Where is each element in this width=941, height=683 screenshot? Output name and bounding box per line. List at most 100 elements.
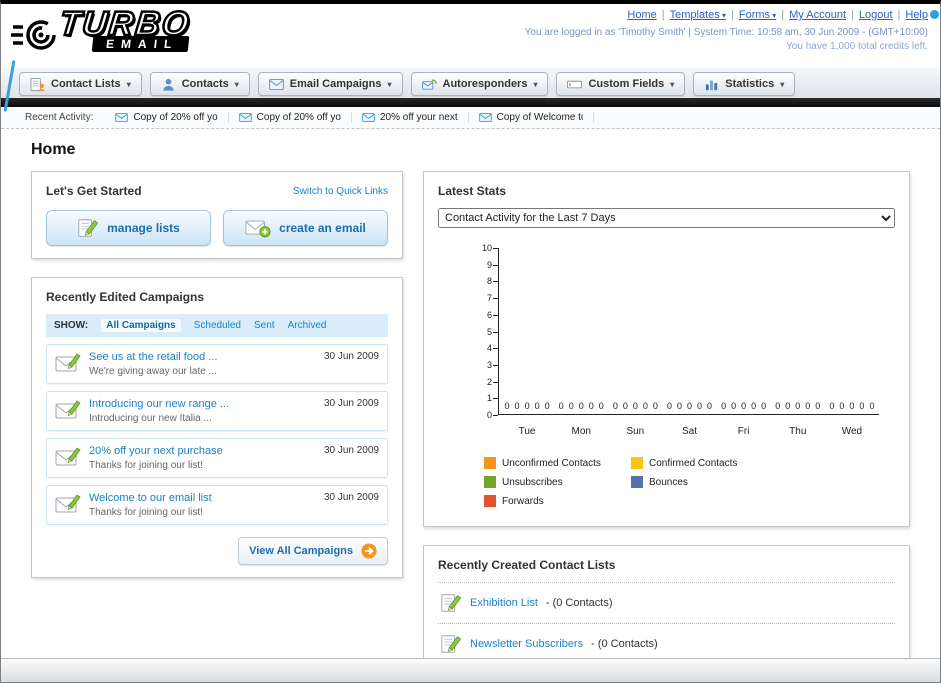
envelope-plus-icon xyxy=(245,219,271,238)
campaign-row[interactable]: 20% off your next purchase Thanks for joi… xyxy=(46,438,388,478)
x-axis-label: Fri xyxy=(737,426,750,437)
campaign-title-link[interactable]: 20% off your next purchase xyxy=(89,445,316,457)
tab-label: Email Campaigns xyxy=(289,78,382,90)
value-label: 0 xyxy=(859,401,865,411)
contact-lists: Exhibition List - (0 Contacts) Newsletter … xyxy=(438,582,895,658)
top-link-help[interactable]: Help xyxy=(905,9,928,21)
y-axis-label: 3 xyxy=(486,359,492,370)
recent-contact-lists-panel: Recently Created Contact Lists Exhibitio… xyxy=(423,545,910,658)
decoration-blue-dot xyxy=(930,10,939,19)
campaign-row[interactable]: Welcome to our email list Thanks for join… xyxy=(46,485,388,525)
value-label: 0 xyxy=(598,401,604,411)
stats-range-select[interactable]: Contact Activity for the Last 7 Days xyxy=(438,208,895,228)
tab-autoresponders[interactable]: Autoresponders ▾ xyxy=(410,72,549,96)
y-axis-label: 10 xyxy=(481,243,492,253)
divider-bar xyxy=(1,98,940,107)
recent-activity-item-label: 20% off your next xyxy=(379,112,458,123)
x-axis-label: Wed xyxy=(841,426,863,437)
campaign-row[interactable]: Introducing our new range ... Introducing… xyxy=(46,391,388,431)
y-axis-tick xyxy=(493,415,498,416)
contact-list-edit-icon xyxy=(440,633,462,655)
campaign-edit-icon xyxy=(55,398,81,420)
contact-list-row[interactable]: Newsletter Subscribers - (0 Contacts) xyxy=(438,624,895,658)
recent-activity-item[interactable]: Copy of 20% off yo xyxy=(229,112,352,123)
tab-contact-lists[interactable]: Contact Lists ▾ xyxy=(19,72,142,96)
caret-down-icon: ▾ xyxy=(719,11,726,20)
campaign-row[interactable]: See us at the retail food ... We're givin… xyxy=(46,344,388,384)
recent-activity-bar: Recent Activity: Copy of 20% off yo Copy … xyxy=(1,107,940,129)
filter-sent[interactable]: Sent xyxy=(254,320,275,331)
value-label: 0 xyxy=(805,401,811,411)
caret-down-icon: ▾ xyxy=(387,79,392,89)
recent-activity-item[interactable]: 20% off your next xyxy=(352,112,469,123)
filter-all-campaigns[interactable]: All Campaigns xyxy=(101,319,181,332)
latest-stats-panel: Latest Stats Contact Activity for the La… xyxy=(423,171,910,527)
tab-contacts[interactable]: Contacts ▾ xyxy=(149,72,250,96)
button-label: manage lists xyxy=(107,221,180,235)
credits-status: You have 1,000 total credits left. xyxy=(786,41,928,52)
top-nav: Home | Templates ▾ | Forms ▾ | My Account | Logo… xyxy=(627,9,928,21)
top-link-home[interactable]: Home xyxy=(627,9,656,21)
legend-item: Forwards xyxy=(484,495,631,507)
campaign-filterbar: SHOW: All Campaigns Scheduled Sent Archived xyxy=(46,314,388,337)
switch-quick-links-link[interactable]: Switch to Quick Links xyxy=(293,186,388,197)
chart-value-labels: 00000000000000000000000000000000000 xyxy=(500,401,879,411)
top-link-logout[interactable]: Logout xyxy=(859,9,893,21)
header: TURBO EMAIL Home | Templates ▾ | Forms ▾ | My … xyxy=(1,4,940,112)
campaign-edit-icon xyxy=(55,445,81,467)
recent-activity-item-label: Copy of Welcome to xyxy=(496,112,583,123)
value-label: 0 xyxy=(588,401,594,411)
top-link-my-account[interactable]: My Account xyxy=(789,9,846,21)
custom-fields-icon xyxy=(567,77,583,92)
tab-label: Autoresponders xyxy=(442,78,528,90)
x-axis-label: Tue xyxy=(518,426,536,437)
campaign-title-link[interactable]: Welcome to our email list xyxy=(89,492,316,504)
contacts-icon xyxy=(161,77,176,92)
value-label: 0 xyxy=(568,401,574,411)
logo-email-text: EMAIL xyxy=(91,36,190,53)
contact-list-name-link[interactable]: Exhibition List xyxy=(470,597,538,609)
app-logo[interactable]: TURBO EMAIL xyxy=(11,4,194,56)
contact-list-row[interactable]: Exhibition List - (0 Contacts) xyxy=(438,583,895,624)
legend-item: Unconfirmed Contacts xyxy=(484,457,631,469)
contact-list-count: - (0 Contacts) xyxy=(591,638,658,650)
legend-swatch xyxy=(631,476,643,488)
top-link-forms[interactable]: Forms ▾ xyxy=(739,9,776,21)
legend-swatch xyxy=(484,495,496,507)
filter-archived[interactable]: Archived xyxy=(288,320,327,331)
recent-activity-item[interactable]: Copy of Welcome to xyxy=(469,112,594,123)
top-link-templates[interactable]: Templates ▾ xyxy=(670,9,726,21)
campaign-title-link[interactable]: Introducing our new range ... xyxy=(89,398,316,410)
chart-legend: Unconfirmed Contacts Confirmed Contacts Un… xyxy=(484,457,895,514)
legend-label: Unsubscribes xyxy=(502,476,563,488)
y-axis-label: 4 xyxy=(486,343,492,354)
swirl-logo-icon xyxy=(11,14,57,56)
value-label: 0 xyxy=(524,401,530,411)
filter-scheduled[interactable]: Scheduled xyxy=(194,320,241,331)
create-an-email-button[interactable]: create an email xyxy=(223,210,388,246)
view-all-campaigns-button[interactable]: View All Campaigns xyxy=(238,537,388,565)
campaign-subtitle: Thanks for joining our list! xyxy=(89,460,203,471)
value-label: 0 xyxy=(775,401,781,411)
contact-lists-icon xyxy=(30,77,45,92)
contact-list-name-link[interactable]: Newsletter Subscribers xyxy=(470,638,583,650)
value-label: 0 xyxy=(721,401,727,411)
y-axis-label: 0 xyxy=(486,410,492,420)
caret-down-icon: ▾ xyxy=(770,11,777,20)
tab-custom-fields[interactable]: Custom Fields ▾ xyxy=(556,72,686,96)
campaign-title-link[interactable]: See us at the retail food ... xyxy=(89,351,316,363)
y-axis-label: 8 xyxy=(486,276,492,287)
nav-tabs: Contact Lists ▾ Contacts ▾ Email Campaigns ▾ A… xyxy=(1,68,940,98)
tab-label: Contact Lists xyxy=(51,78,121,90)
caret-down-icon: ▾ xyxy=(780,79,785,89)
legend-swatch xyxy=(631,457,643,469)
value-label: 0 xyxy=(642,401,648,411)
manage-lists-button[interactable]: manage lists xyxy=(46,210,211,246)
value-label: 0 xyxy=(849,401,855,411)
pencil-paper-icon xyxy=(77,217,99,239)
recent-activity-item[interactable]: Copy of 20% off yo xyxy=(105,112,229,123)
tab-email-campaigns[interactable]: Email Campaigns ▾ xyxy=(257,72,403,96)
left-column: Let's Get Started Switch to Quick Links … xyxy=(31,171,403,578)
x-axis-line xyxy=(498,414,879,415)
tab-statistics[interactable]: Statistics ▾ xyxy=(693,72,796,96)
